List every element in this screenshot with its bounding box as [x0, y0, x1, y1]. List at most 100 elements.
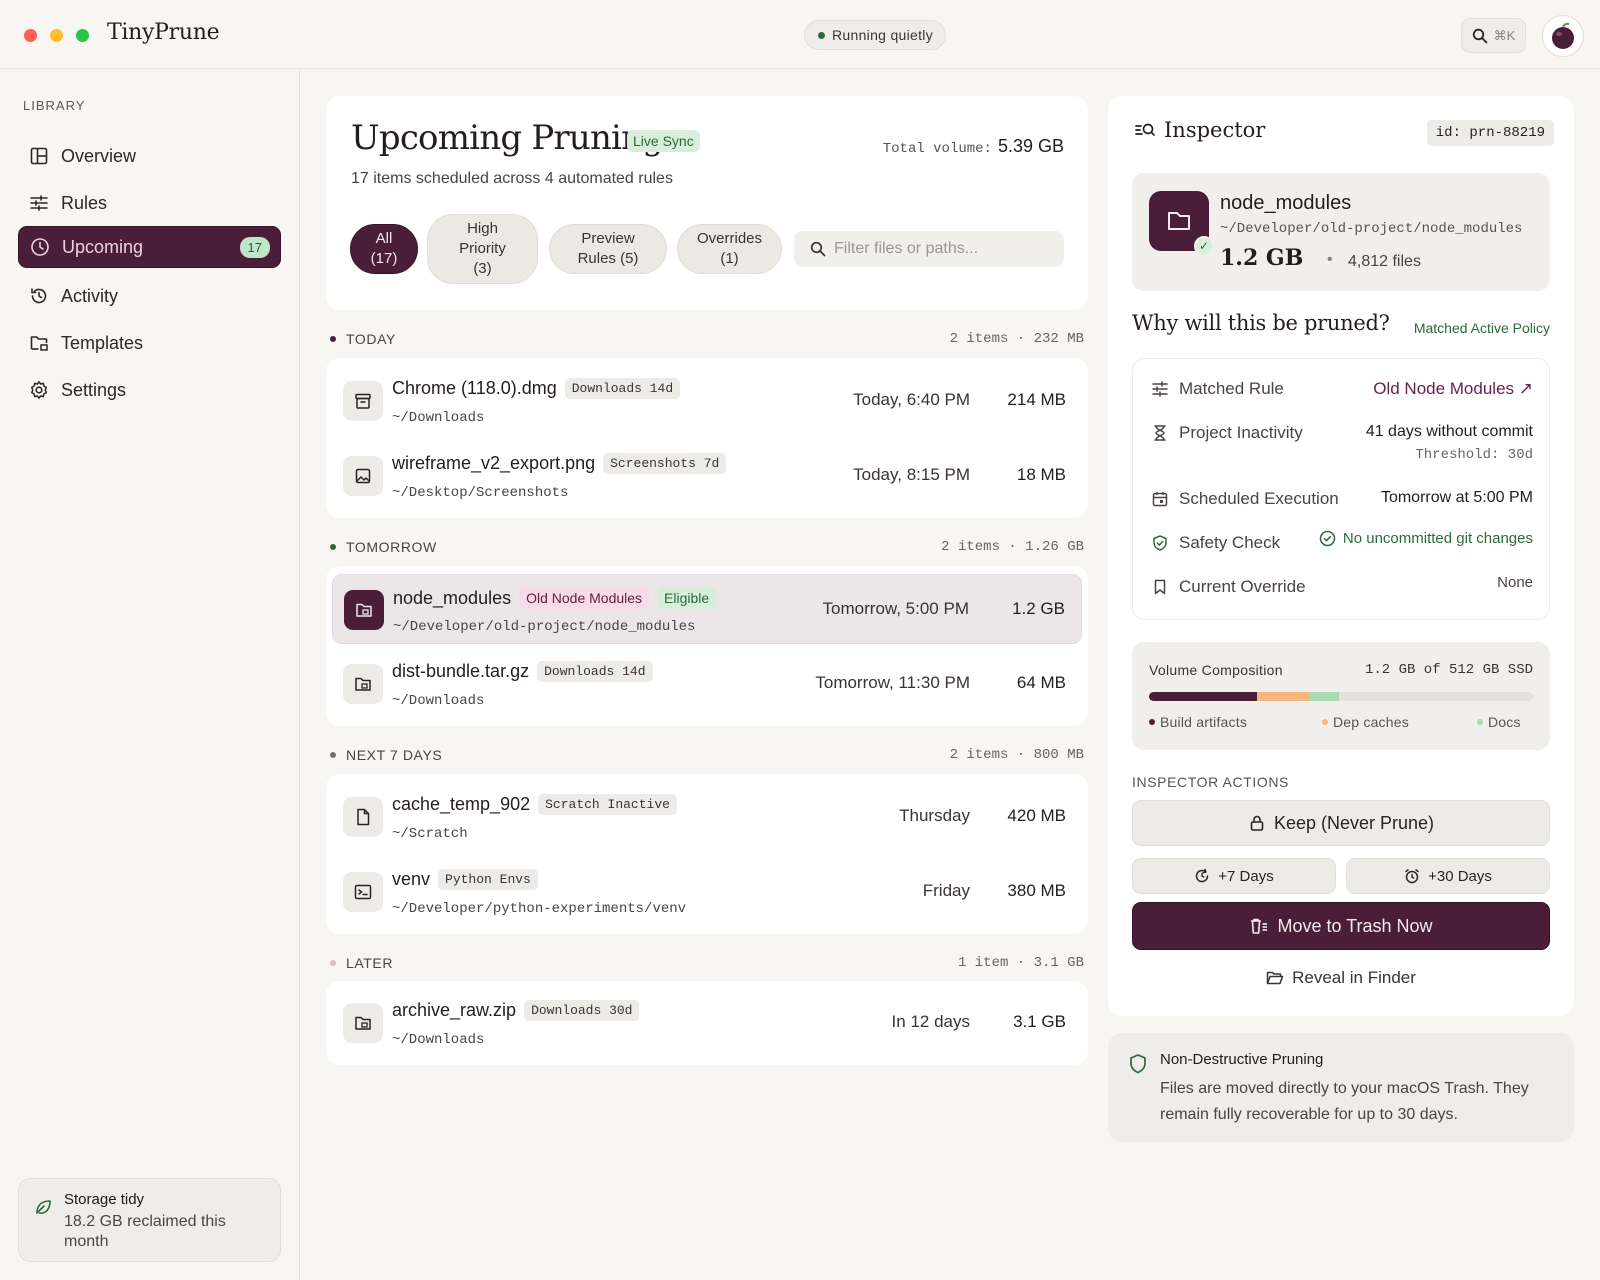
avatar[interactable]	[1542, 15, 1584, 57]
actions-label: INSPECTOR ACTIONS	[1132, 774, 1289, 790]
row-name-group: cache_temp_902 Scratch Inactive	[392, 794, 677, 815]
history-icon	[31, 288, 47, 304]
file-name: wireframe_v2_export.png	[392, 453, 596, 473]
sidebar-item-overview[interactable]: Overview	[18, 135, 281, 177]
snooze-7-days-button[interactable]: +7 Days	[1132, 858, 1336, 894]
group-meta: 2 items · 232 MB	[949, 331, 1084, 347]
legend-label: Docs	[1488, 714, 1521, 730]
non-destructive-note: Non-Destructive Pruning Files are moved …	[1108, 1033, 1574, 1142]
row-name-group: archive_raw.zip Downloads 30d	[392, 1000, 640, 1021]
tab-preview-rules[interactable]: Preview Rules (5)	[549, 224, 667, 274]
note-body: Files are moved directly to your macOS T…	[1160, 1080, 1529, 1123]
reveal-in-finder-button[interactable]: Reveal in Finder	[1132, 960, 1550, 996]
top-bar: TinyPrune Running quietly ⌘K	[0, 0, 1600, 69]
status-text: Running quietly	[832, 27, 934, 43]
eligible-badge: Eligible	[657, 587, 717, 609]
snooze-30-days-button[interactable]: +30 Days	[1346, 858, 1550, 894]
row-name-group: venv Python Envs	[392, 869, 538, 890]
legend-swatch	[1322, 719, 1328, 725]
sidebar-item-activity[interactable]: Activity	[18, 275, 281, 317]
leaf-icon	[36, 1200, 51, 1214]
table-row[interactable]: dist-bundle.tar.gz Downloads 14d ~/Downl…	[332, 649, 1082, 719]
filter-field[interactable]	[794, 231, 1064, 267]
inspected-file-card: ✓ node_modules ~/Developer/old-project/n…	[1132, 173, 1550, 291]
tab-all[interactable]: All (17)	[350, 224, 418, 274]
table-row-selected[interactable]: node_modules Old Node Modules Eligible ~…	[332, 574, 1082, 644]
sidebar-item-label: Rules	[61, 192, 108, 213]
rule-tag: Screenshots 7d	[603, 453, 727, 474]
inspector-title: Inspector	[1134, 118, 1265, 142]
table-row[interactable]: venv Python Envs ~/Developer/python-expe…	[332, 857, 1082, 927]
file-icon	[343, 797, 383, 837]
check-circle-icon	[1319, 530, 1336, 547]
live-sync-badge: Live Sync	[627, 130, 700, 152]
file-size: 3.1 GB	[1013, 1012, 1066, 1031]
scheduled-time: Today, 8:15 PM	[853, 465, 970, 484]
file-size: 214 MB	[1007, 390, 1066, 409]
matched-rule-link[interactable]: Old Node Modules ↗	[1373, 379, 1533, 399]
sidebar-item-templates[interactable]: Templates	[18, 322, 281, 364]
sidebar-item-settings[interactable]: Settings	[18, 369, 281, 411]
inspect-icon	[1135, 123, 1155, 136]
rule-tag: Python Envs	[438, 869, 538, 890]
rule-tag: Downloads 14d	[537, 661, 653, 682]
file-name: dist-bundle.tar.gz	[392, 661, 530, 681]
group-meta: 1 item · 3.1 GB	[957, 955, 1084, 971]
file-name: archive_raw.zip	[392, 1000, 517, 1020]
detail-threshold: Threshold: 30d	[1415, 447, 1533, 463]
separator-dot: •	[1327, 251, 1333, 268]
group-card-tomorrow: node_modules Old Node Modules Eligible ~…	[326, 566, 1088, 726]
row-name-group: node_modules Old Node Modules Eligible	[393, 587, 717, 609]
clock-icon	[31, 238, 49, 256]
group-header-next-7-days: NEXT 7 DAYS 2 items · 800 MB	[330, 745, 1084, 765]
file-size: 380 MB	[1007, 881, 1066, 900]
group-card-today: Chrome (118.0).dmg Downloads 14d ~/Downl…	[326, 358, 1088, 518]
group-header-today: TODAY 2 items · 232 MB	[330, 329, 1084, 349]
row-name-group: wireframe_v2_export.png Screenshots 7d	[392, 453, 727, 474]
keep-never-prune-button[interactable]: Keep (Never Prune)	[1132, 800, 1550, 846]
policy-status: Matched Active Policy	[1413, 320, 1550, 336]
total-volume-label: Total volume:	[882, 141, 992, 157]
folder-archive-icon	[343, 664, 383, 704]
file-size: 64 MB	[1016, 673, 1066, 692]
row-name-group: Chrome (118.0).dmg Downloads 14d	[392, 378, 681, 399]
minimize-window-button[interactable]	[50, 29, 63, 42]
zoom-window-button[interactable]	[76, 29, 89, 42]
move-to-trash-button[interactable]: Move to Trash Now	[1132, 902, 1550, 950]
page-subtitle: 17 items scheduled across 4 automated ru…	[351, 170, 673, 187]
group-card-next-7-days: cache_temp_902 Scratch Inactive ~/Scratc…	[326, 774, 1088, 934]
scheduled-time: Thursday	[899, 806, 970, 825]
reveal-label: Reveal in Finder	[1292, 968, 1416, 987]
alarm-clock-icon	[1405, 869, 1419, 884]
tab-overrides[interactable]: Overrides (1)	[677, 224, 782, 274]
search-icon	[810, 241, 826, 257]
sidebar-item-rules[interactable]: Rules	[18, 182, 281, 224]
hourglass-icon	[1154, 425, 1166, 441]
row-name-group: dist-bundle.tar.gz Downloads 14d	[392, 661, 653, 682]
tab-high-priority[interactable]: High Priority (3)	[427, 214, 538, 284]
group-dot-icon	[330, 336, 336, 342]
table-row[interactable]: Chrome (118.0).dmg Downloads 14d ~/Downl…	[332, 366, 1082, 436]
file-size: 1.2 GB	[1012, 599, 1065, 618]
note-title: Non-Destructive Pruning	[1160, 1051, 1324, 1068]
detail-value: Tomorrow at 5:00 PM	[1380, 489, 1533, 506]
composition-bar	[1149, 692, 1533, 701]
calendar-icon	[1152, 492, 1168, 507]
file-name: Chrome (118.0).dmg	[392, 378, 557, 398]
filter-input[interactable]	[834, 240, 1054, 258]
search-button[interactable]: ⌘K	[1461, 18, 1526, 53]
legend-label: Dep caches	[1333, 714, 1409, 730]
scheduled-time: Tomorrow, 11:30 PM	[815, 673, 970, 692]
file-size: 420 MB	[1007, 806, 1066, 825]
sliders-icon	[1152, 381, 1168, 397]
table-row[interactable]: wireframe_v2_export.png Screenshots 7d ~…	[332, 441, 1082, 511]
close-window-button[interactable]	[24, 29, 37, 42]
detail-value: None	[1497, 574, 1533, 591]
table-row[interactable]: cache_temp_902 Scratch Inactive ~/Scratc…	[332, 782, 1082, 852]
inspected-file-size: 1.2 GB	[1220, 245, 1304, 271]
table-row[interactable]: archive_raw.zip Downloads 30d ~/Download…	[332, 988, 1082, 1058]
composition-segment	[1149, 692, 1257, 701]
composition-title: Volume Composition	[1149, 662, 1283, 678]
inspected-file-name: node_modules	[1220, 192, 1352, 214]
sidebar-item-upcoming[interactable]: Upcoming 17	[18, 226, 281, 268]
